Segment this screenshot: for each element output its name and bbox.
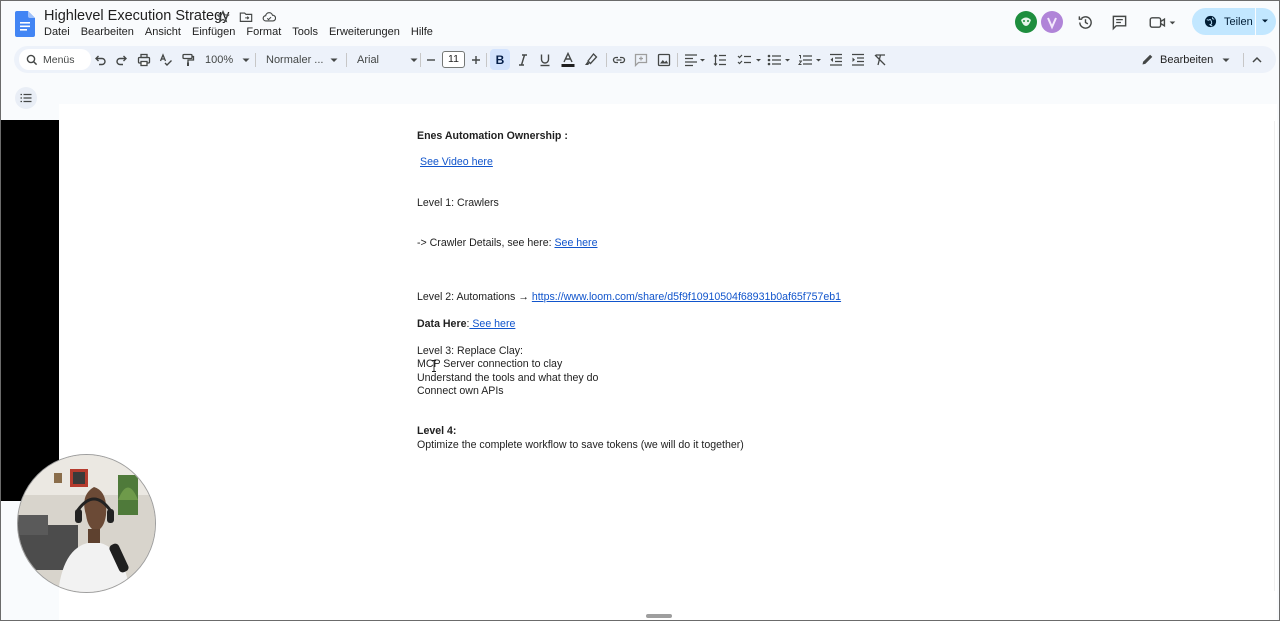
decrease-indent-icon[interactable] <box>829 46 843 73</box>
paragraph-style-select[interactable]: Normaler ... <box>266 46 339 73</box>
level3-item: Understand the tools and what they do <box>417 372 599 384</box>
side-panel <box>1 120 59 501</box>
text-cursor-icon <box>432 360 436 372</box>
search-icon <box>26 54 38 65</box>
docs-logo-icon[interactable] <box>15 11 35 37</box>
star-icon[interactable] <box>215 9 231 25</box>
menu-einfuegen[interactable]: Einfügen <box>192 26 240 38</box>
level1-line: Level 1: Crawlers <box>417 197 499 209</box>
formatting-toolbar: Menüs 100% Normaler ... Arial 11 B Bearb… <box>14 46 1276 73</box>
horizontal-scroll-handle[interactable] <box>646 614 672 618</box>
menu-format[interactable]: Format <box>246 26 286 38</box>
share-button-label: Teilen <box>1224 15 1253 28</box>
print-icon[interactable] <box>137 46 151 73</box>
globe-icon <box>1204 15 1217 28</box>
decrease-font-size-icon[interactable] <box>426 46 436 73</box>
meet-video-icon[interactable] <box>1148 13 1178 31</box>
collapse-toolbar-icon[interactable] <box>1251 46 1263 73</box>
insert-image-icon[interactable] <box>657 46 671 73</box>
document-title[interactable]: Highlevel Execution Strategy <box>44 8 229 24</box>
increase-font-size-icon[interactable] <box>471 46 481 73</box>
numbered-list-icon[interactable] <box>798 46 824 73</box>
zoom-value: 100% <box>205 53 234 66</box>
level4-title: Level 4: <box>417 425 457 437</box>
editing-mode-label: Bearbeiten <box>1160 53 1214 66</box>
menu-erweiterungen[interactable]: Erweiterungen <box>329 26 405 38</box>
presenter-video-image <box>18 455 155 592</box>
bold-button[interactable]: B <box>490 49 510 70</box>
share-button[interactable]: Teilen <box>1192 8 1276 35</box>
page-edge <box>1274 121 1275 591</box>
paint-format-icon[interactable] <box>181 46 195 73</box>
level3-title: Level 3: Replace Clay: <box>417 345 523 357</box>
highlight-color-icon[interactable] <box>584 46 599 73</box>
italic-icon[interactable] <box>516 46 530 73</box>
editing-mode-select[interactable]: Bearbeiten <box>1141 46 1231 73</box>
text-color-icon[interactable] <box>560 46 576 73</box>
comments-icon[interactable] <box>1110 13 1128 31</box>
chevron-down-icon <box>1222 58 1230 62</box>
chevron-down-icon <box>330 58 338 62</box>
menu-search-label: Menüs <box>43 53 75 66</box>
move-folder-icon[interactable] <box>238 9 254 25</box>
insert-link-icon[interactable] <box>612 46 626 73</box>
outline-list-icon <box>20 93 32 103</box>
menu-datei[interactable]: Datei <box>44 26 75 38</box>
collaborator-avatar-purple[interactable] <box>1041 11 1063 33</box>
pencil-icon <box>1142 54 1153 65</box>
paragraph-style-value: Normaler ... <box>266 53 324 66</box>
redo-icon[interactable] <box>115 46 129 73</box>
collaborator-avatar-green[interactable] <box>1015 11 1037 33</box>
chevron-down-icon <box>410 58 418 62</box>
increase-indent-icon[interactable] <box>851 46 865 73</box>
zoom-select[interactable]: 100% <box>205 46 251 73</box>
menu-tools[interactable]: Tools <box>292 26 323 38</box>
loom-link[interactable]: https://www.loom.com/share/d5f9f10910504… <box>532 291 841 303</box>
document-page[interactable]: Enes Automation Ownership : See Video he… <box>59 104 1277 620</box>
chevron-down-icon <box>242 58 250 62</box>
align-icon[interactable] <box>684 46 706 73</box>
underline-icon[interactable] <box>538 46 552 73</box>
data-link[interactable]: See here <box>469 318 515 330</box>
google-docs-window: Highlevel Execution Strategy Datei Bearb… <box>0 0 1280 621</box>
menu-bearbeiten[interactable]: Bearbeiten <box>81 26 139 38</box>
font-family-value: Arial <box>357 53 380 66</box>
add-comment-icon[interactable] <box>634 46 648 73</box>
font-family-select[interactable]: Arial <box>357 46 418 73</box>
clear-formatting-icon[interactable] <box>873 46 887 73</box>
video-link[interactable]: See Video here <box>420 156 493 168</box>
font-size-input[interactable]: 11 <box>442 51 465 68</box>
level3-item: Connect own APIs <box>417 385 504 397</box>
bulleted-list-icon[interactable] <box>767 46 793 73</box>
doc-heading: Enes Automation Ownership : <box>417 130 568 142</box>
webcam-overlay <box>17 454 156 593</box>
menu-bar: Datei Bearbeiten Ansicht Einfügen Format… <box>44 26 444 38</box>
version-history-icon[interactable] <box>1076 13 1094 31</box>
level3-item: MCP Server connection to clay <box>417 358 563 370</box>
crawler-details-link[interactable]: See here <box>554 237 597 249</box>
document-outline-button[interactable] <box>15 87 37 109</box>
cloud-status-icon[interactable] <box>261 9 277 25</box>
level2-line: Level 2: Automations → https://www.loom.… <box>417 291 842 303</box>
crawler-line: -> Crawler Details, see here: See here <box>417 237 598 249</box>
menu-ansicht[interactable]: Ansicht <box>145 26 186 38</box>
data-line: Data Here: See here <box>417 318 516 330</box>
menu-hilfe[interactable]: Hilfe <box>411 26 438 38</box>
doc-header: Highlevel Execution Strategy Datei Bearb… <box>1 1 1279 45</box>
undo-icon[interactable] <box>93 46 107 73</box>
line-spacing-icon[interactable] <box>713 46 727 73</box>
level4-text: Optimize the complete workflow to save t… <box>417 439 744 451</box>
checklist-icon[interactable] <box>737 46 763 73</box>
spellcheck-icon[interactable] <box>159 46 173 73</box>
share-dropdown-icon[interactable] <box>1261 17 1269 25</box>
menu-search[interactable]: Menüs <box>19 49 91 70</box>
